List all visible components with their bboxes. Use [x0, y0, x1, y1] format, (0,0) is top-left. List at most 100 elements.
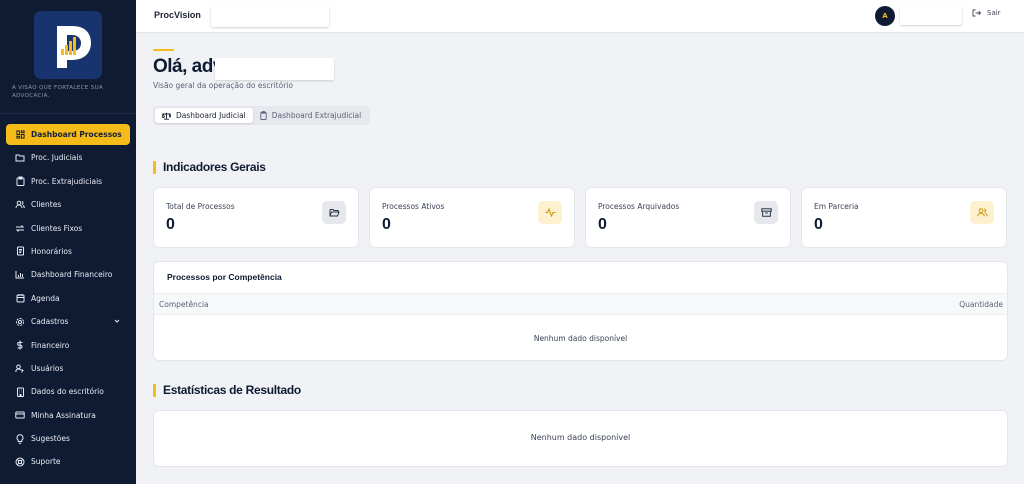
sidebar-nav: Dashboard Processos Proc. Judiciais Proc…: [6, 124, 130, 475]
archive-icon: [754, 201, 778, 224]
sidebar-item-label: Dados do escritório: [31, 387, 104, 397]
folder-icon: [15, 153, 25, 163]
sidebar-item-label: Proc. Judiciais: [31, 153, 83, 163]
sidebar-item-proc-extrajudiciais[interactable]: Proc. Extrajudiciais: [6, 171, 130, 192]
main-content: Olá, adv. Visão geral da operação do esc…: [136, 33, 1024, 484]
sidebar-item-agenda[interactable]: Agenda: [6, 288, 130, 309]
stat-card-em-parceria: Em Parceria 0: [801, 187, 1007, 248]
bar-chart-icon: [15, 270, 25, 280]
lightbulb-icon: [15, 433, 25, 444]
building-icon: [15, 387, 25, 397]
stat-card-processos-arquivados: Processos Arquivados 0: [585, 187, 791, 248]
redacted-user-name: [215, 58, 334, 80]
dollar-icon: [15, 340, 25, 350]
stat-label: Processos Arquivados: [598, 202, 680, 211]
stat-value: 0: [382, 216, 391, 233]
user-key-icon: [15, 363, 25, 373]
section-accent-bar: [153, 383, 156, 397]
tab-dashboard-extrajudicial[interactable]: Dashboard Extrajudicial: [253, 108, 368, 123]
title-accent-line: [153, 49, 174, 51]
sidebar-item-label: Dashboard Processos: [31, 130, 122, 139]
section-accent-bar: [153, 160, 156, 174]
sidebar-item-usuarios[interactable]: Usuários: [6, 358, 130, 379]
sidebar-item-label: Usuários: [31, 363, 64, 373]
stat-label: Em Parceria: [814, 202, 859, 211]
credit-card-icon: [15, 410, 25, 420]
column-header-quantidade[interactable]: Quantidade: [959, 300, 1003, 309]
stat-card-processos-ativos: Processos Ativos 0: [369, 187, 575, 248]
sidebar-item-sugestoes[interactable]: Sugestões: [6, 428, 130, 449]
stat-label: Processos Ativos: [382, 202, 445, 211]
scale-icon: [162, 112, 171, 120]
sidebar-item-label: Dashboard Financeiro: [31, 270, 113, 280]
avatar[interactable]: A: [875, 6, 895, 26]
empty-state-text: Nenhum dado disponível: [533, 334, 628, 343]
folder-open-icon: [322, 201, 346, 224]
sidebar-item-proc-judiciais[interactable]: Proc. Judiciais: [6, 147, 130, 168]
section-title: Estatísticas de Resultado: [163, 383, 301, 397]
sidebar-item-label: Proc. Extrajudiciais: [31, 176, 103, 186]
tab-label: Dashboard Judicial: [176, 111, 246, 120]
redacted-field: [211, 5, 329, 27]
sidebar-item-label: Minha Assinatura: [31, 410, 96, 420]
sidebar-item-suporte[interactable]: Suporte: [6, 451, 130, 472]
panel-estatisticas-resultado: Nenhum dado disponível: [153, 410, 1008, 467]
panel-processos-por-competencia: Processos por Competência Competência Qu…: [153, 261, 1008, 361]
sidebar-item-clientes-fixos[interactable]: Clientes Fixos: [6, 218, 130, 239]
sidebar-item-minha-assinatura[interactable]: Minha Assinatura: [6, 405, 130, 426]
logout-label: Sair: [987, 9, 1001, 17]
stat-value: 0: [598, 216, 607, 233]
repeat-icon: [15, 223, 25, 233]
sidebar-item-honorarios[interactable]: Honorários: [6, 241, 130, 262]
sidebar-item-label: Suporte: [31, 457, 61, 467]
sidebar-item-financeiro[interactable]: Financeiro: [6, 335, 130, 356]
sidebar-item-cadastros[interactable]: Cadastros: [6, 311, 130, 332]
lifebuoy-icon: [15, 457, 25, 467]
redacted-username: [900, 5, 962, 25]
empty-state-text: Nenhum dado disponível: [530, 433, 631, 442]
receipt-icon: [15, 246, 25, 256]
sidebar-item-dados-escritorio[interactable]: Dados do escritório: [6, 381, 130, 402]
section-indicadores-gerais: Indicadores Gerais: [153, 160, 266, 174]
dashboard-tabs: Dashboard Judicial Dashboard Extrajudici…: [153, 106, 371, 125]
tab-label: Dashboard Extrajudicial: [271, 111, 362, 120]
calendar-icon: [15, 293, 25, 303]
stat-value: 0: [814, 216, 823, 233]
sidebar-item-label: Cadastros: [31, 317, 69, 327]
gear-icon: [15, 317, 25, 327]
brand-name: ProcVision: [154, 10, 201, 20]
stat-card-total-processos: Total de Processos 0: [153, 187, 359, 248]
sidebar-item-label: Clientes Fixos: [31, 223, 83, 233]
sidebar-item-clientes[interactable]: Clientes: [6, 194, 130, 215]
sidebar-item-label: Agenda: [31, 293, 60, 303]
sidebar-item-label: Clientes: [31, 200, 62, 210]
section-estatisticas-resultado: Estatísticas de Resultado: [153, 383, 301, 397]
partners-icon: [970, 201, 994, 224]
clipboard-icon: [260, 111, 267, 120]
dashboard-grid-icon: [15, 130, 25, 140]
users-icon: [15, 200, 25, 210]
sidebar-item-dashboard-financeiro[interactable]: Dashboard Financeiro: [6, 264, 130, 285]
table-header: Competência Quantidade: [154, 293, 1007, 315]
sidebar-tagline: A visão que fortalece sua advocacia.: [12, 85, 104, 99]
panel-title: Processos por Competência: [167, 272, 282, 282]
sidebar: A visão que fortalece sua advocacia. Das…: [0, 0, 136, 484]
section-title: Indicadores Gerais: [163, 160, 266, 174]
stat-value: 0: [166, 216, 175, 233]
page-subtitle: Visão geral da operação do escritório: [153, 81, 293, 90]
logout-button[interactable]: Sair: [972, 9, 1001, 17]
column-header-competencia[interactable]: Competência: [159, 300, 209, 309]
activity-icon: [538, 201, 562, 224]
stat-label: Total de Processos: [166, 202, 235, 211]
tab-dashboard-judicial[interactable]: Dashboard Judicial: [155, 108, 253, 123]
sidebar-item-label: Financeiro: [31, 340, 70, 350]
sidebar-item-label: Honorários: [31, 246, 72, 256]
sidebar-divider: [0, 113, 136, 114]
procvision-logo[interactable]: [34, 11, 102, 79]
sidebar-item-dashboard-processos[interactable]: Dashboard Processos: [6, 124, 130, 145]
chevron-down-icon[interactable]: [113, 317, 121, 325]
top-header: ProcVision A Sair: [136, 0, 1024, 33]
sidebar-item-label: Sugestões: [31, 434, 70, 444]
clipboard-icon: [15, 176, 25, 187]
logout-icon: [972, 9, 981, 17]
